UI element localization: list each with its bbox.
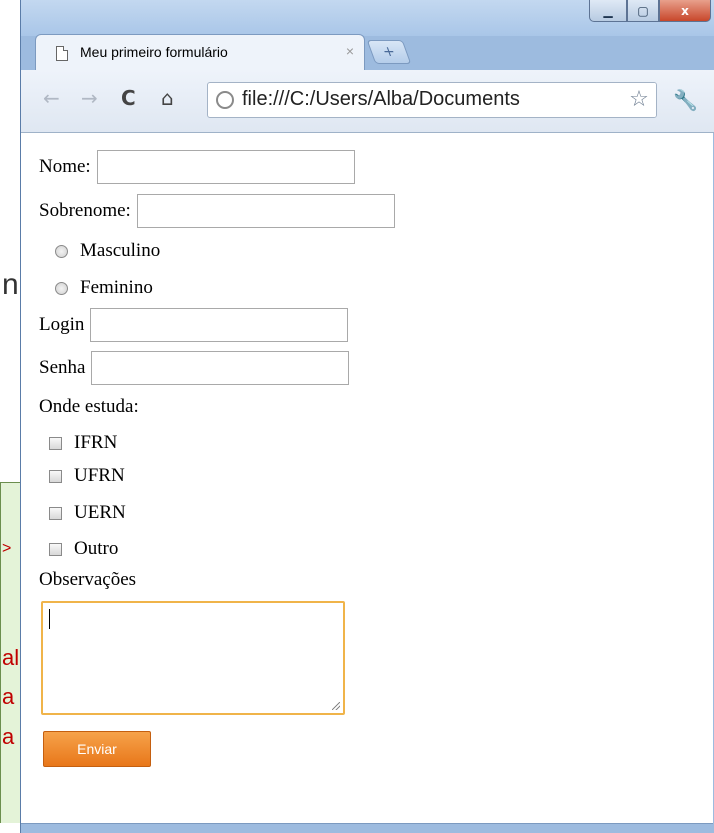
senha-input[interactable] (91, 351, 350, 385)
uern-row: UERN (39, 502, 126, 524)
bookmark-star-icon[interactable]: ☆ (622, 83, 656, 117)
home-icon[interactable]: ⌂ (161, 86, 174, 110)
new-tab-button[interactable]: + (366, 40, 412, 64)
sobrenome-label: Sobrenome: (39, 200, 131, 221)
forward-arrow-icon[interactable]: → (81, 86, 98, 110)
login-input[interactable] (90, 308, 349, 342)
ifrn-label: IFRN (74, 432, 118, 453)
reload-icon[interactable]: C (121, 86, 136, 110)
back-arrow-icon[interactable]: ← (43, 86, 60, 110)
ufrn-label: UFRN (74, 465, 125, 486)
masculino-label: Masculino (80, 240, 161, 261)
background-fragment: a (2, 724, 15, 749)
observacoes-row: Observações (39, 569, 136, 591)
text-caret (49, 609, 50, 629)
radio-masculino-row: Masculino (39, 240, 160, 262)
ifrn-row: IFRN (39, 432, 117, 454)
outro-label: Outro (74, 538, 119, 559)
observacoes-textarea[interactable] (41, 601, 345, 715)
masculino-radio[interactable] (55, 244, 68, 258)
background-fragment: n (2, 268, 19, 301)
wrench-icon[interactable]: 🔧 (673, 88, 698, 112)
background-fragment: > (2, 540, 12, 557)
address-bar[interactable]: file:///C:/Users/Alba/Documents ☆ (207, 82, 657, 118)
plus-icon: + (380, 44, 398, 60)
minimize-button[interactable]: ▁ (589, 0, 627, 22)
page-content: Nome: Sobrenome: Masculino Feminino Logi… (21, 133, 713, 824)
close-icon: x (681, 3, 689, 18)
resize-grip-icon[interactable] (332, 702, 340, 710)
nome-input[interactable] (96, 150, 355, 184)
browser-tab[interactable]: Meu primeiro formulário × (35, 34, 365, 70)
background-fragment: al (2, 645, 20, 670)
onde-estuda-row: Onde estuda: (39, 396, 139, 418)
background-fragment: a (2, 684, 15, 709)
tab-title: Meu primeiro formulário (80, 44, 228, 60)
title-bar[interactable]: ▁ ▢ x (21, 0, 714, 36)
enviar-button[interactable]: Enviar (43, 731, 151, 767)
browser-toolbar: ← → C ⌂ file:///C:/Users/Alba/Documents … (21, 70, 714, 133)
window-controls: ▁ ▢ x (589, 0, 711, 22)
close-window-button[interactable]: x (659, 0, 711, 22)
tab-close-icon[interactable]: × (346, 43, 354, 59)
observacoes-label: Observações (39, 569, 137, 590)
minimize-icon: ▁ (603, 3, 613, 18)
sobrenome-row: Sobrenome: (39, 194, 395, 228)
onde-estuda-label: Onde estuda: (39, 396, 139, 417)
outro-checkbox[interactable] (49, 542, 62, 556)
feminino-label: Feminino (80, 277, 153, 298)
browser-window: ▁ ▢ x Meu primeiro formulário × + ← → C … (20, 0, 714, 833)
login-label: Login (39, 314, 85, 335)
nome-row: Nome: (39, 150, 355, 184)
ifrn-checkbox[interactable] (49, 436, 62, 450)
uern-label: UERN (74, 502, 126, 523)
globe-icon (216, 91, 234, 109)
radio-feminino-row: Feminino (39, 277, 153, 299)
url-text: file:///C:/Users/Alba/Documents (242, 88, 520, 110)
sobrenome-input[interactable] (136, 194, 395, 228)
maximize-button[interactable]: ▢ (627, 0, 659, 22)
feminino-radio[interactable] (55, 281, 68, 295)
page-icon (56, 46, 68, 61)
login-row: Login (39, 308, 349, 342)
senha-label: Senha (39, 357, 86, 378)
outro-row: Outro (39, 538, 118, 560)
maximize-icon: ▢ (637, 3, 649, 18)
ufrn-row: UFRN (39, 465, 125, 487)
nome-label: Nome: (39, 156, 91, 177)
ufrn-checkbox[interactable] (49, 469, 62, 483)
senha-row: Senha (39, 351, 350, 385)
uern-checkbox[interactable] (49, 506, 62, 520)
